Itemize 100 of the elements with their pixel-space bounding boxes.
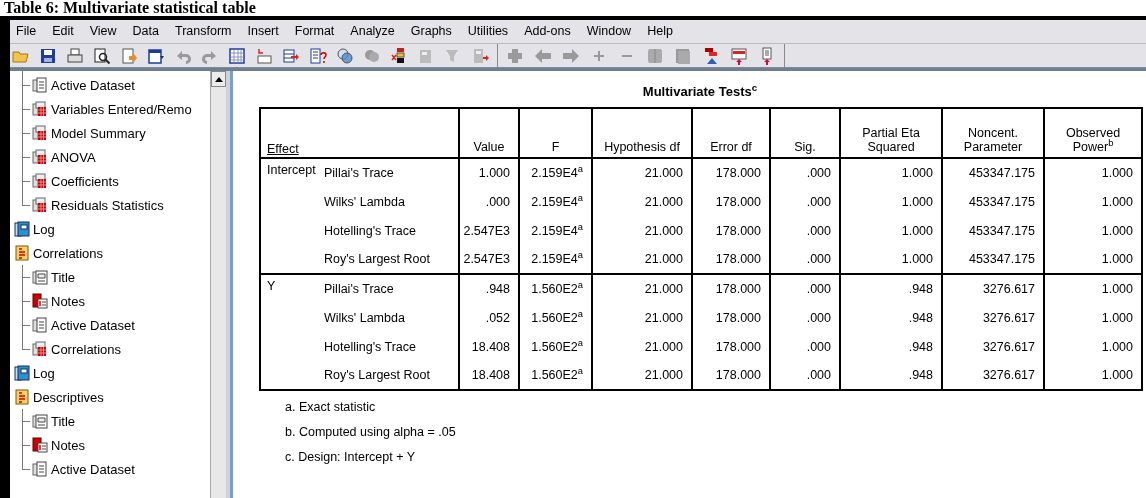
heading-icon [14, 245, 30, 261]
menu-item[interactable]: Add-ons [524, 22, 571, 41]
table-cell: .000 [770, 361, 840, 390]
book-icon[interactable] [646, 46, 664, 65]
table-cell: 178.000 [692, 158, 770, 187]
tree-item[interactable]: Active Dataset [51, 318, 135, 332]
plus-icon[interactable] [506, 46, 524, 65]
circles-icon[interactable] [336, 46, 354, 65]
tree-item[interactable]: Log [33, 366, 55, 380]
scrollbar[interactable] [210, 71, 226, 498]
tree-item[interactable]: Active Dataset [51, 462, 135, 476]
table-cell: .948 [840, 303, 942, 332]
tree-item[interactable]: Coefficients [51, 174, 119, 188]
tree-item[interactable]: Active Dataset [51, 78, 135, 92]
test-name-cell: Roy's Largest Root [322, 361, 459, 390]
test-name-cell: Wilks' Lambda [322, 303, 459, 332]
table-cell: 178.000 [692, 216, 770, 245]
column-header: Hypothesis df [592, 108, 692, 158]
table-cell: 21.000 [592, 361, 692, 390]
print-preview-icon[interactable] [93, 46, 111, 65]
menu-item[interactable]: Graphs [410, 22, 452, 41]
table-cell: 1.000 [1044, 187, 1142, 216]
scroll-up-button[interactable] [211, 71, 226, 87]
menu-item[interactable]: Insert [247, 22, 279, 41]
table-cell: .948 [840, 274, 942, 303]
table-cell: 18.408 [459, 332, 519, 361]
tree-item[interactable]: Correlations [33, 246, 104, 260]
table-cell: 1.000 [1044, 216, 1142, 245]
table-cell: 3276.617 [942, 303, 1044, 332]
table-cell: 21.000 [592, 274, 692, 303]
table-cell: 178.000 [692, 245, 770, 274]
table-cell: 21.000 [592, 216, 692, 245]
effect-cell: Intercept [260, 158, 322, 274]
table-cell: .000 [459, 187, 519, 216]
menu-item[interactable]: Data [132, 22, 159, 41]
table-cell: 1.000 [840, 245, 942, 274]
column-header: Value [459, 108, 519, 158]
table-cell: 1.000 [840, 158, 942, 187]
printer-icon[interactable] [66, 46, 84, 65]
table-cell: 2.159E4$^{a}$ [519, 245, 592, 274]
menu-item[interactable]: Utilities [467, 22, 509, 41]
table-cell: 2.547E3 [459, 216, 519, 245]
save-icon[interactable] [39, 46, 57, 65]
tree-item[interactable]: Descriptives [33, 390, 104, 404]
table-cell: 3276.617 [942, 361, 1044, 390]
menu-item[interactable]: Analyze [350, 22, 395, 41]
table-icon [32, 149, 48, 165]
export-icon[interactable] [120, 46, 138, 65]
table-icon [32, 341, 48, 357]
menu-item[interactable]: Edit [52, 22, 74, 41]
table-cell: 1.000 [1044, 332, 1142, 361]
tree-item[interactable]: Title [51, 270, 76, 284]
document-icon [32, 317, 48, 333]
table-cell: 1.560E2$^{a}$ [519, 303, 592, 332]
table-cell: .000 [770, 303, 840, 332]
page-icon[interactable] [674, 46, 692, 65]
menu-item[interactable]: Help [647, 22, 673, 41]
column-header: Observed Power$^{b}$ [1044, 108, 1142, 158]
right-arrow-icon[interactable] [562, 46, 580, 65]
test-name-cell: Pillai's Trace [322, 158, 459, 187]
table-icon [32, 125, 48, 141]
document-icon [32, 461, 48, 477]
table-cell: 178.000 [692, 361, 770, 390]
dialog-icon[interactable] [147, 46, 165, 65]
table-cell: 21.000 [592, 303, 692, 332]
document-icon [32, 77, 48, 93]
tree-item[interactable]: Variables Entered/Remo [51, 102, 192, 116]
menu-item[interactable]: Transform [175, 22, 232, 41]
log-icon [14, 221, 30, 237]
table-cell: .000 [770, 158, 840, 187]
menu-item[interactable]: Window [586, 22, 632, 41]
grid-icon[interactable] [228, 46, 246, 65]
tree-item[interactable]: Correlations [51, 342, 122, 356]
tree-item[interactable]: Log [33, 222, 55, 236]
test-name-cell: Roy's Largest Root [322, 245, 459, 274]
notes-icon [32, 437, 48, 453]
column-header: Noncent. Parameter [942, 108, 1044, 158]
log-icon [14, 365, 30, 381]
table-cell: .948 [840, 361, 942, 390]
menu-item[interactable]: File [16, 22, 37, 41]
table-cell: 178.000 [692, 303, 770, 332]
table-icon [32, 173, 48, 189]
insert-heading-icon[interactable] [730, 46, 748, 65]
table-cell: 453347.175 [942, 216, 1044, 245]
tree-item[interactable]: Notes [51, 438, 85, 452]
table-cell: 1.000 [1044, 303, 1142, 332]
table-cell: 453347.175 [942, 245, 1044, 274]
column-header: Effect [260, 108, 459, 158]
menu-item[interactable]: Format [294, 22, 335, 41]
tree-item[interactable]: Title [51, 414, 76, 428]
tree-item[interactable]: ANOVA [51, 150, 96, 164]
table-cell: 178.000 [692, 274, 770, 303]
table-cell: 1.560E2$^{a}$ [519, 361, 592, 390]
menu-item[interactable]: View [89, 22, 117, 41]
table-icon [32, 197, 48, 213]
tree-item[interactable]: Model Summary [51, 126, 146, 140]
notes-icon [32, 293, 48, 309]
tree-item[interactable]: Notes [51, 294, 85, 308]
test-name-cell: Wilks' Lambda [322, 187, 459, 216]
tree-item[interactable]: Residuals Statistics [51, 198, 164, 212]
